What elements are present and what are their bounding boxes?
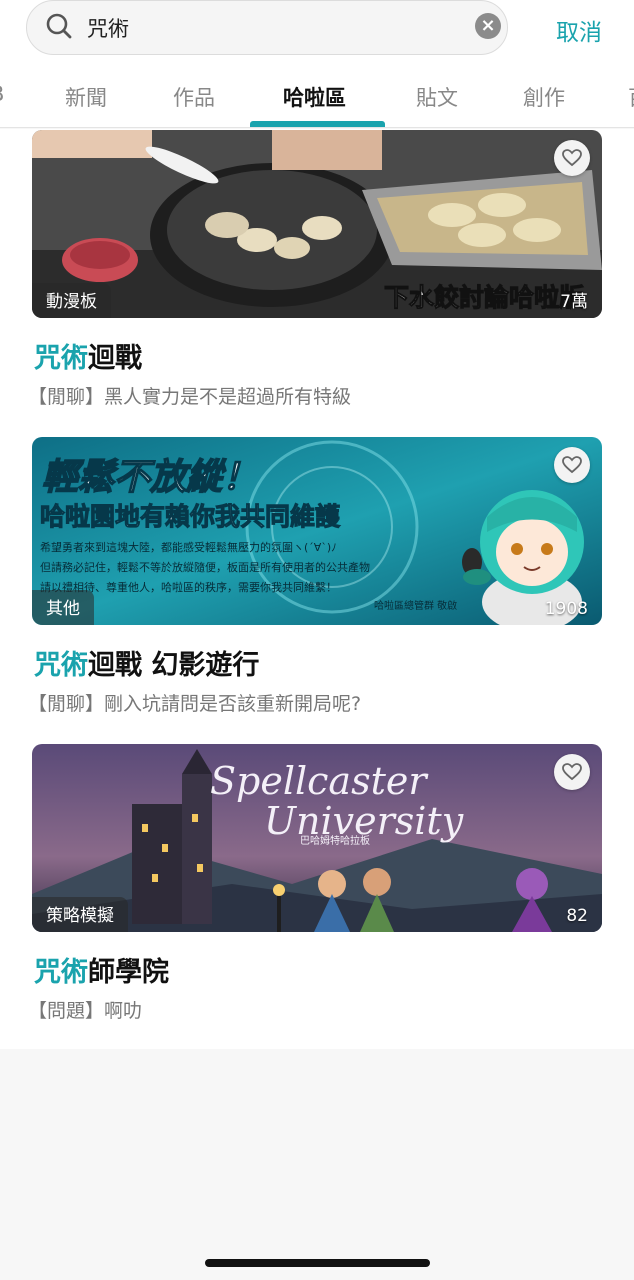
search-icon bbox=[46, 13, 72, 39]
banner-footer: 哈啦區總管群 敬啟 bbox=[374, 599, 457, 612]
heart-icon bbox=[562, 456, 582, 474]
result-subtitle[interactable]: 【閒聊】剛入坑請問是否該重新開局呢? bbox=[28, 689, 361, 716]
banner-caption: 巴哈姆特哈拉板 bbox=[300, 834, 370, 847]
result-title[interactable]: 咒術迴戰 幻影遊行 bbox=[34, 643, 259, 682]
home-indicator[interactable] bbox=[205, 1259, 430, 1267]
active-tab-indicator bbox=[250, 121, 385, 127]
result-subtitle[interactable]: 【閒聊】黑人實力是不是超過所有特級 bbox=[28, 382, 351, 409]
title-rest: 迴戰 bbox=[88, 343, 142, 374]
heart-icon bbox=[562, 149, 582, 167]
clear-search-icon[interactable]: × bbox=[475, 13, 501, 39]
search-input[interactable]: 咒術 bbox=[87, 13, 129, 43]
board-label: 策略模擬 bbox=[32, 897, 128, 932]
tab-works[interactable]: 作品 bbox=[173, 82, 215, 112]
tab-partial-left[interactable]: B bbox=[0, 82, 4, 106]
board-label: 動漫板 bbox=[32, 283, 111, 318]
banner-heading-1: 輕鬆不放縱！ bbox=[42, 457, 258, 498]
title-highlight: 咒術 bbox=[34, 957, 88, 988]
search-results: 下水餃討論哈啦版 動漫板 7萬 咒術迴戰 【閒聊】黑人實力是不是超過所有特級 輕… bbox=[0, 129, 634, 1049]
dumpling-video-image: 下水餃討論哈啦版 bbox=[32, 130, 602, 318]
title-highlight: 咒術 bbox=[34, 650, 88, 681]
member-count: 1908 bbox=[544, 599, 588, 619]
favorite-button[interactable] bbox=[554, 754, 590, 790]
search-bar[interactable]: 咒術 × bbox=[26, 0, 508, 55]
banner-line-2: 但請務必記住，輕鬆不等於放縱隨便，板面是所有使用者的公共產物 bbox=[40, 560, 370, 574]
tab-news[interactable]: 新聞 bbox=[65, 82, 107, 112]
board-label: 其他 bbox=[32, 590, 94, 625]
result-title[interactable]: 咒術迴戰 bbox=[34, 336, 142, 375]
result-thumbnail[interactable]: Spellcaster University 巴哈姆特哈拉板 策略模擬 82 bbox=[32, 744, 602, 932]
result-subtitle[interactable]: 【問題】啊叻 bbox=[28, 996, 142, 1023]
result-thumbnail[interactable]: 輕鬆不放縱！ 哈啦園地有賴你我共同維護 希望勇者來到這塊大陸，都能感受輕鬆無壓力… bbox=[32, 437, 602, 625]
tab-partial-right[interactable]: 百 bbox=[628, 82, 634, 112]
heart-icon bbox=[562, 763, 582, 781]
tab-creations[interactable]: 創作 bbox=[523, 82, 565, 112]
title-highlight: 咒術 bbox=[34, 343, 88, 374]
forum-rules-banner-image: 輕鬆不放縱！ 哈啦園地有賴你我共同維護 希望勇者來到這塊大陸，都能感受輕鬆無壓力… bbox=[32, 437, 602, 625]
tab-posts[interactable]: 貼文 bbox=[416, 82, 458, 112]
banner-title-1: Spellcaster bbox=[210, 759, 429, 803]
top-bar: 咒術 × 取消 B 新聞 作品 哈啦區 貼文 創作 百 bbox=[0, 0, 634, 128]
member-count: 82 bbox=[566, 906, 588, 926]
title-rest: 師學院 bbox=[88, 957, 169, 988]
favorite-button[interactable] bbox=[554, 447, 590, 483]
title-rest: 迴戰 幻影遊行 bbox=[88, 650, 260, 681]
category-tabs: B 新聞 作品 哈啦區 貼文 創作 百 bbox=[0, 78, 634, 128]
favorite-button[interactable] bbox=[554, 140, 590, 176]
member-count: 7萬 bbox=[560, 292, 588, 312]
banner-text: 下水餃討論哈啦版 bbox=[384, 283, 584, 312]
tab-forum[interactable]: 哈啦區 bbox=[283, 82, 346, 112]
result-thumbnail[interactable]: 下水餃討論哈啦版 動漫板 7萬 bbox=[32, 130, 602, 318]
banner-line-1: 希望勇者來到這塊大陸，都能感受輕鬆無壓力的氛圍ヽ(´∀`)ﾉ bbox=[40, 540, 337, 554]
result-title[interactable]: 咒術師學院 bbox=[34, 950, 169, 989]
cancel-button[interactable]: 取消 bbox=[556, 13, 602, 47]
banner-heading-2: 哈啦園地有賴你我共同維護 bbox=[40, 502, 341, 531]
